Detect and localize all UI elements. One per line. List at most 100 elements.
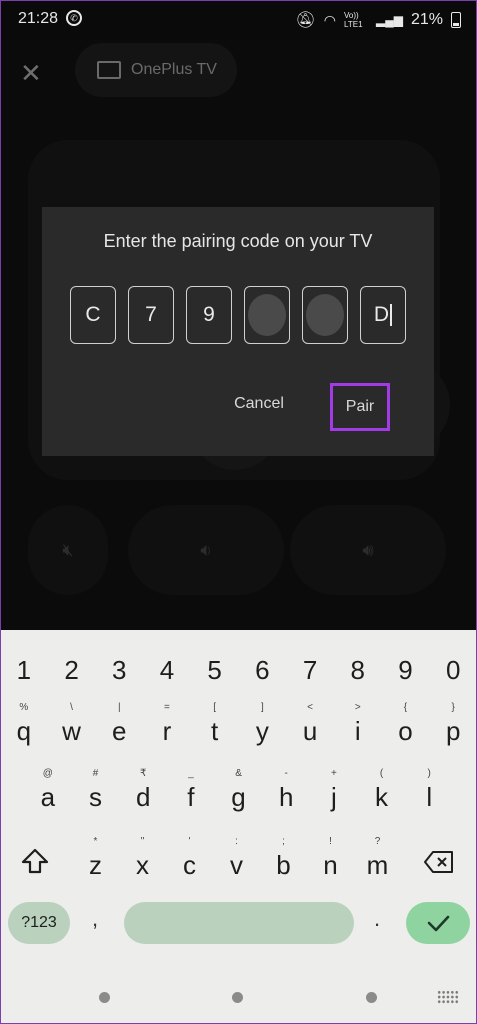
key-f[interactable]: _ f: [167, 768, 215, 818]
mute-icon: 🔕︎: [295, 12, 316, 29]
key-3[interactable]: 3: [95, 650, 143, 690]
key-r[interactable]: = r: [143, 702, 191, 752]
key-b[interactable]: ; b: [260, 836, 307, 886]
key-s[interactable]: # s: [72, 768, 120, 818]
backspace-icon[interactable]: [424, 850, 454, 874]
keyboard-nav-bar: [0, 986, 477, 1016]
key-label: j: [330, 782, 337, 812]
code-char: 9: [203, 303, 215, 326]
cancel-button[interactable]: Cancel: [222, 381, 296, 427]
comma-key[interactable]: ,: [92, 906, 98, 932]
nav-dot-right[interactable]: [366, 992, 377, 1003]
key-i[interactable]: > i: [334, 702, 382, 752]
key-o[interactable]: {o: [382, 702, 430, 752]
key-8[interactable]: 8: [334, 650, 382, 690]
signal-icon: ▂▄▆: [376, 13, 403, 27]
key-hint: >: [354, 702, 361, 713]
period-key[interactable]: .: [374, 906, 380, 932]
key-hint: {: [403, 702, 408, 713]
key-y[interactable]: ] y: [239, 702, 287, 752]
tv-icon: [97, 61, 121, 79]
close-icon[interactable]: ✕: [20, 58, 42, 89]
key-label: g: [231, 782, 246, 812]
key-h[interactable]: -h: [262, 768, 310, 818]
key-q[interactable]: % q: [0, 702, 48, 752]
key-6[interactable]: 6: [239, 650, 287, 690]
device-selector[interactable]: OnePlus TV: [75, 43, 237, 97]
code-digit-3[interactable]: 9: [186, 286, 232, 344]
key-label: y: [255, 716, 269, 746]
symbols-key[interactable]: ?123: [8, 902, 70, 944]
code-digit-2[interactable]: 7: [128, 286, 174, 344]
code-char: 7: [145, 303, 157, 326]
key-label: c: [183, 850, 196, 880]
keyboard-grid-icon[interactable]: [437, 990, 459, 1004]
key-u[interactable]: < u: [286, 702, 334, 752]
masked-digit: [306, 294, 344, 336]
key-g[interactable]: & g: [215, 768, 263, 818]
key-hint: _: [188, 768, 194, 779]
key-5[interactable]: 5: [191, 650, 239, 690]
key-m[interactable]: ? m: [354, 836, 401, 886]
key-l[interactable]: ) l: [405, 768, 453, 818]
key-label: f: [187, 782, 195, 812]
key-hint: |: [117, 702, 121, 713]
volume-up-button[interactable]: 🔊︎: [290, 505, 446, 595]
key-e[interactable]: | e: [95, 702, 143, 752]
pair-button[interactable]: Pair: [330, 383, 390, 431]
key-hint: !: [329, 836, 332, 847]
key-label: e: [112, 716, 127, 746]
code-digit-5[interactable]: [302, 286, 348, 344]
key-0[interactable]: 0: [429, 650, 477, 690]
whatsapp-notification-icon: ✆: [66, 10, 82, 26]
key-w[interactable]: \ w: [48, 702, 96, 752]
asdf-row: @ a # s ₹ d _ f & g -h + j (k ) l: [0, 768, 477, 818]
key-x[interactable]: " x: [119, 836, 166, 886]
key-label: b: [276, 850, 291, 880]
key-hint: ]: [260, 702, 264, 713]
key-a[interactable]: @ a: [24, 768, 72, 818]
key-t[interactable]: [t: [191, 702, 239, 752]
volume-down-icon: 🔉︎: [200, 540, 212, 560]
key-label: w: [62, 716, 81, 746]
status-right: 🔕︎ ◠ Vo)) LTE1 ▂▄▆ 21%: [295, 10, 461, 30]
code-digit-6[interactable]: D: [360, 286, 406, 344]
key-d[interactable]: ₹ d: [119, 768, 167, 818]
key-hint: &: [235, 768, 242, 779]
key-z[interactable]: * z: [72, 836, 119, 886]
key-k[interactable]: (k: [358, 768, 406, 818]
mute-button[interactable]: 🔇︎: [28, 505, 108, 595]
key-4[interactable]: 4: [143, 650, 191, 690]
number-row: 1 2 3 4 5 6 7 8 9 0: [0, 650, 477, 690]
key-p[interactable]: } p: [429, 702, 477, 752]
volume-mute-icon: 🔇︎: [62, 540, 74, 560]
key-1[interactable]: 1: [0, 650, 48, 690]
nav-dot-left[interactable]: [99, 992, 110, 1003]
nav-dot-center[interactable]: [232, 992, 243, 1003]
key-n[interactable]: ! n: [307, 836, 354, 886]
key-label: z: [89, 850, 102, 880]
key-v[interactable]: :v: [213, 836, 260, 886]
status-bar: 21:28 ✆ 🔕︎ ◠ Vo)) LTE1 ▂▄▆ 21%: [0, 0, 477, 40]
enter-key[interactable]: [406, 902, 470, 944]
key-7[interactable]: 7: [286, 650, 334, 690]
pairing-dialog: Enter the pairing code on your TV C 7 9 …: [42, 207, 434, 456]
key-hint: @: [42, 768, 53, 779]
key-2[interactable]: 2: [48, 650, 96, 690]
key-c[interactable]: ' c: [166, 836, 213, 886]
code-digit-1[interactable]: C: [70, 286, 116, 344]
volume-up-icon: 🔊︎: [362, 540, 374, 560]
qwerty-row: % q \ w | e = r [t ] y < u > i {o } p: [0, 702, 477, 752]
key-label: r: [162, 716, 172, 746]
key-j[interactable]: + j: [310, 768, 358, 818]
space-bar[interactable]: [124, 902, 354, 944]
shift-icon[interactable]: [20, 846, 50, 876]
device-name: OnePlus TV: [131, 61, 217, 78]
key-label: o: [398, 716, 413, 746]
key-label: t: [211, 716, 219, 746]
code-digit-4[interactable]: [244, 286, 290, 344]
status-time: 21:28: [18, 10, 59, 27]
volume-down-button[interactable]: 🔉︎: [128, 505, 284, 595]
key-9[interactable]: 9: [382, 650, 430, 690]
key-hint: \: [70, 702, 73, 713]
